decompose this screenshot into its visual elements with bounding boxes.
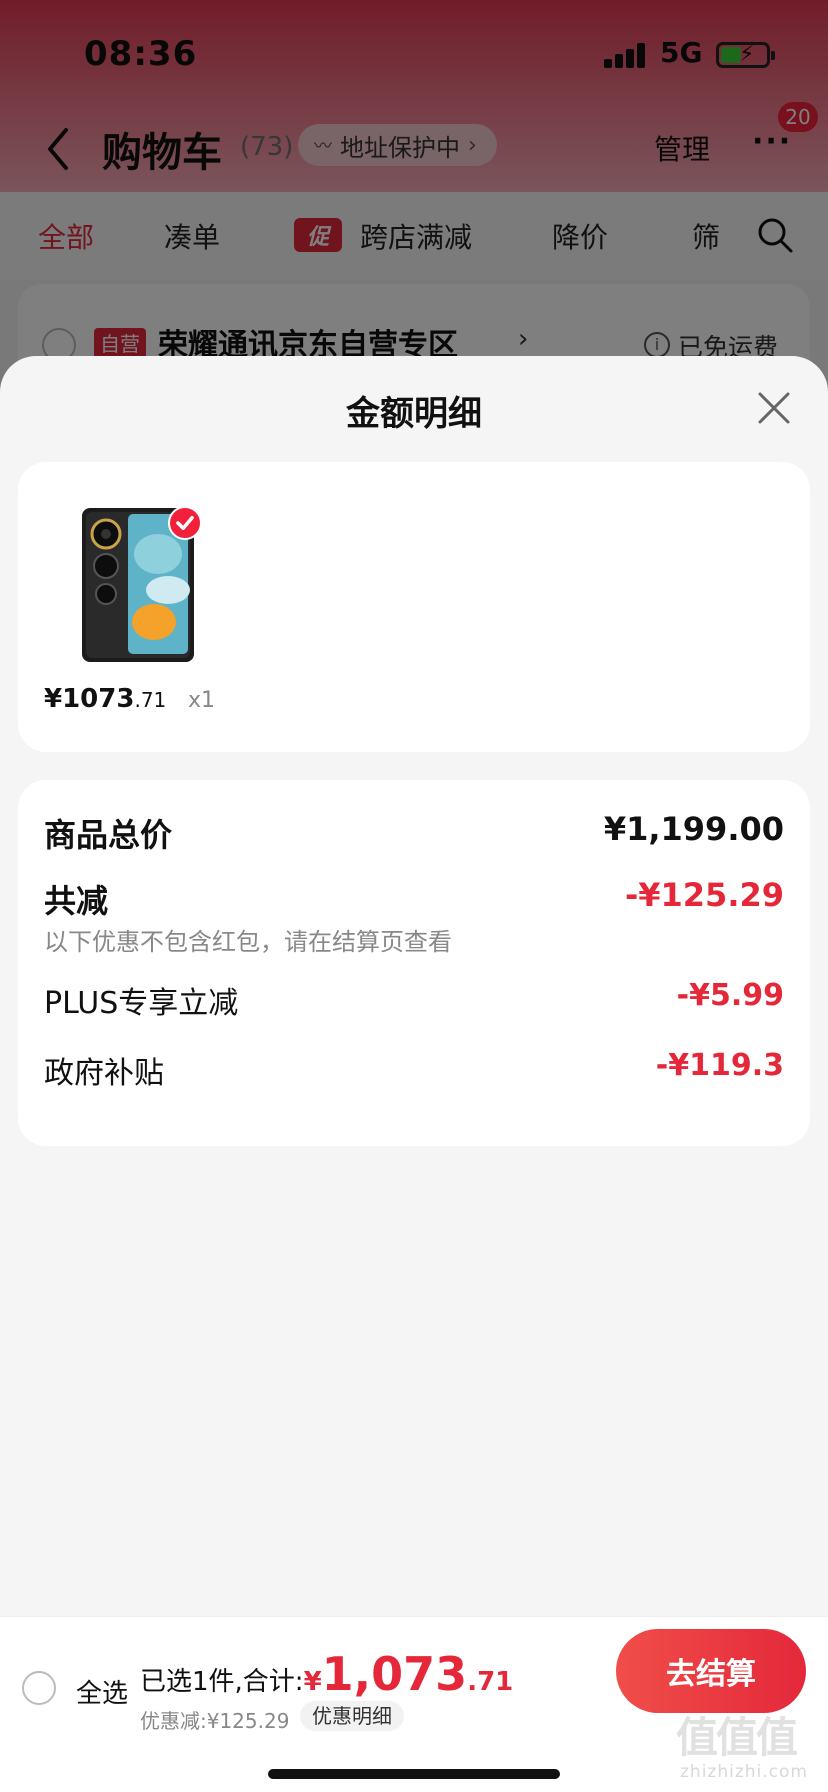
watermark-domain: zhizhizhi.com <box>680 1762 808 1782</box>
close-icon[interactable] <box>756 390 792 426</box>
total-price-label: 商品总价 <box>44 816 173 854</box>
gov-subsidy-label: 政府补贴 <box>44 1056 164 1091</box>
price-decimal: .71 <box>134 688 167 712</box>
discount-amount: 优惠减:¥125.29 <box>140 1709 290 1733</box>
total-reduction-value: -¥125.29 <box>624 876 784 914</box>
price-symbol: ¥ <box>44 684 63 714</box>
product-price: ¥1073.71 <box>44 684 166 714</box>
sheet-title: 金额明细 <box>346 394 482 434</box>
discount-note: 以下优惠不包含红包，请在结算页查看 <box>44 928 452 956</box>
watermark-logo: 值值值 <box>676 1713 798 1762</box>
total-price-value: ¥1,199.00 <box>603 810 784 848</box>
amount-breakdown-card: 商品总价 ¥1,199.00 共减 -¥125.29 以下优惠不包含红包，请在结… <box>18 780 810 1146</box>
product-quantity: x1 <box>188 688 216 713</box>
gov-subsidy-value: -¥119.3 <box>655 1048 784 1083</box>
total-integer: 1,073 <box>321 1647 468 1701</box>
total-reduction-label: 共减 <box>44 882 109 920</box>
total-decimal: .71 <box>467 1667 514 1697</box>
total-currency: ¥ <box>303 1667 322 1697</box>
product-card: ¥1073.71 x1 <box>18 462 810 752</box>
plus-discount-value: -¥5.99 <box>676 978 784 1013</box>
site-watermark: 值值值 zhizhizhi.com <box>676 1704 826 1788</box>
amount-detail-sheet: 金额明细 ¥1073.71 x1 商品总价 ¥1,199.00 共减 -¥125… <box>0 356 828 1792</box>
select-all-label[interactable]: 全选 <box>76 1673 128 1710</box>
select-all-radio[interactable] <box>22 1671 56 1705</box>
checkout-button[interactable]: 去结算 <box>616 1629 806 1713</box>
summary-label: 已选1件,合计: <box>140 1667 304 1697</box>
selected-check-icon <box>168 506 202 540</box>
plus-discount-label: PLUS专享立减 <box>44 986 239 1021</box>
price-integer: 1073 <box>62 684 135 714</box>
discount-detail-button[interactable]: 优惠明细 <box>300 1701 404 1731</box>
order-summary: 已选1件,合计:¥1,073.71 <box>140 1647 513 1701</box>
home-indicator <box>268 1769 560 1779</box>
